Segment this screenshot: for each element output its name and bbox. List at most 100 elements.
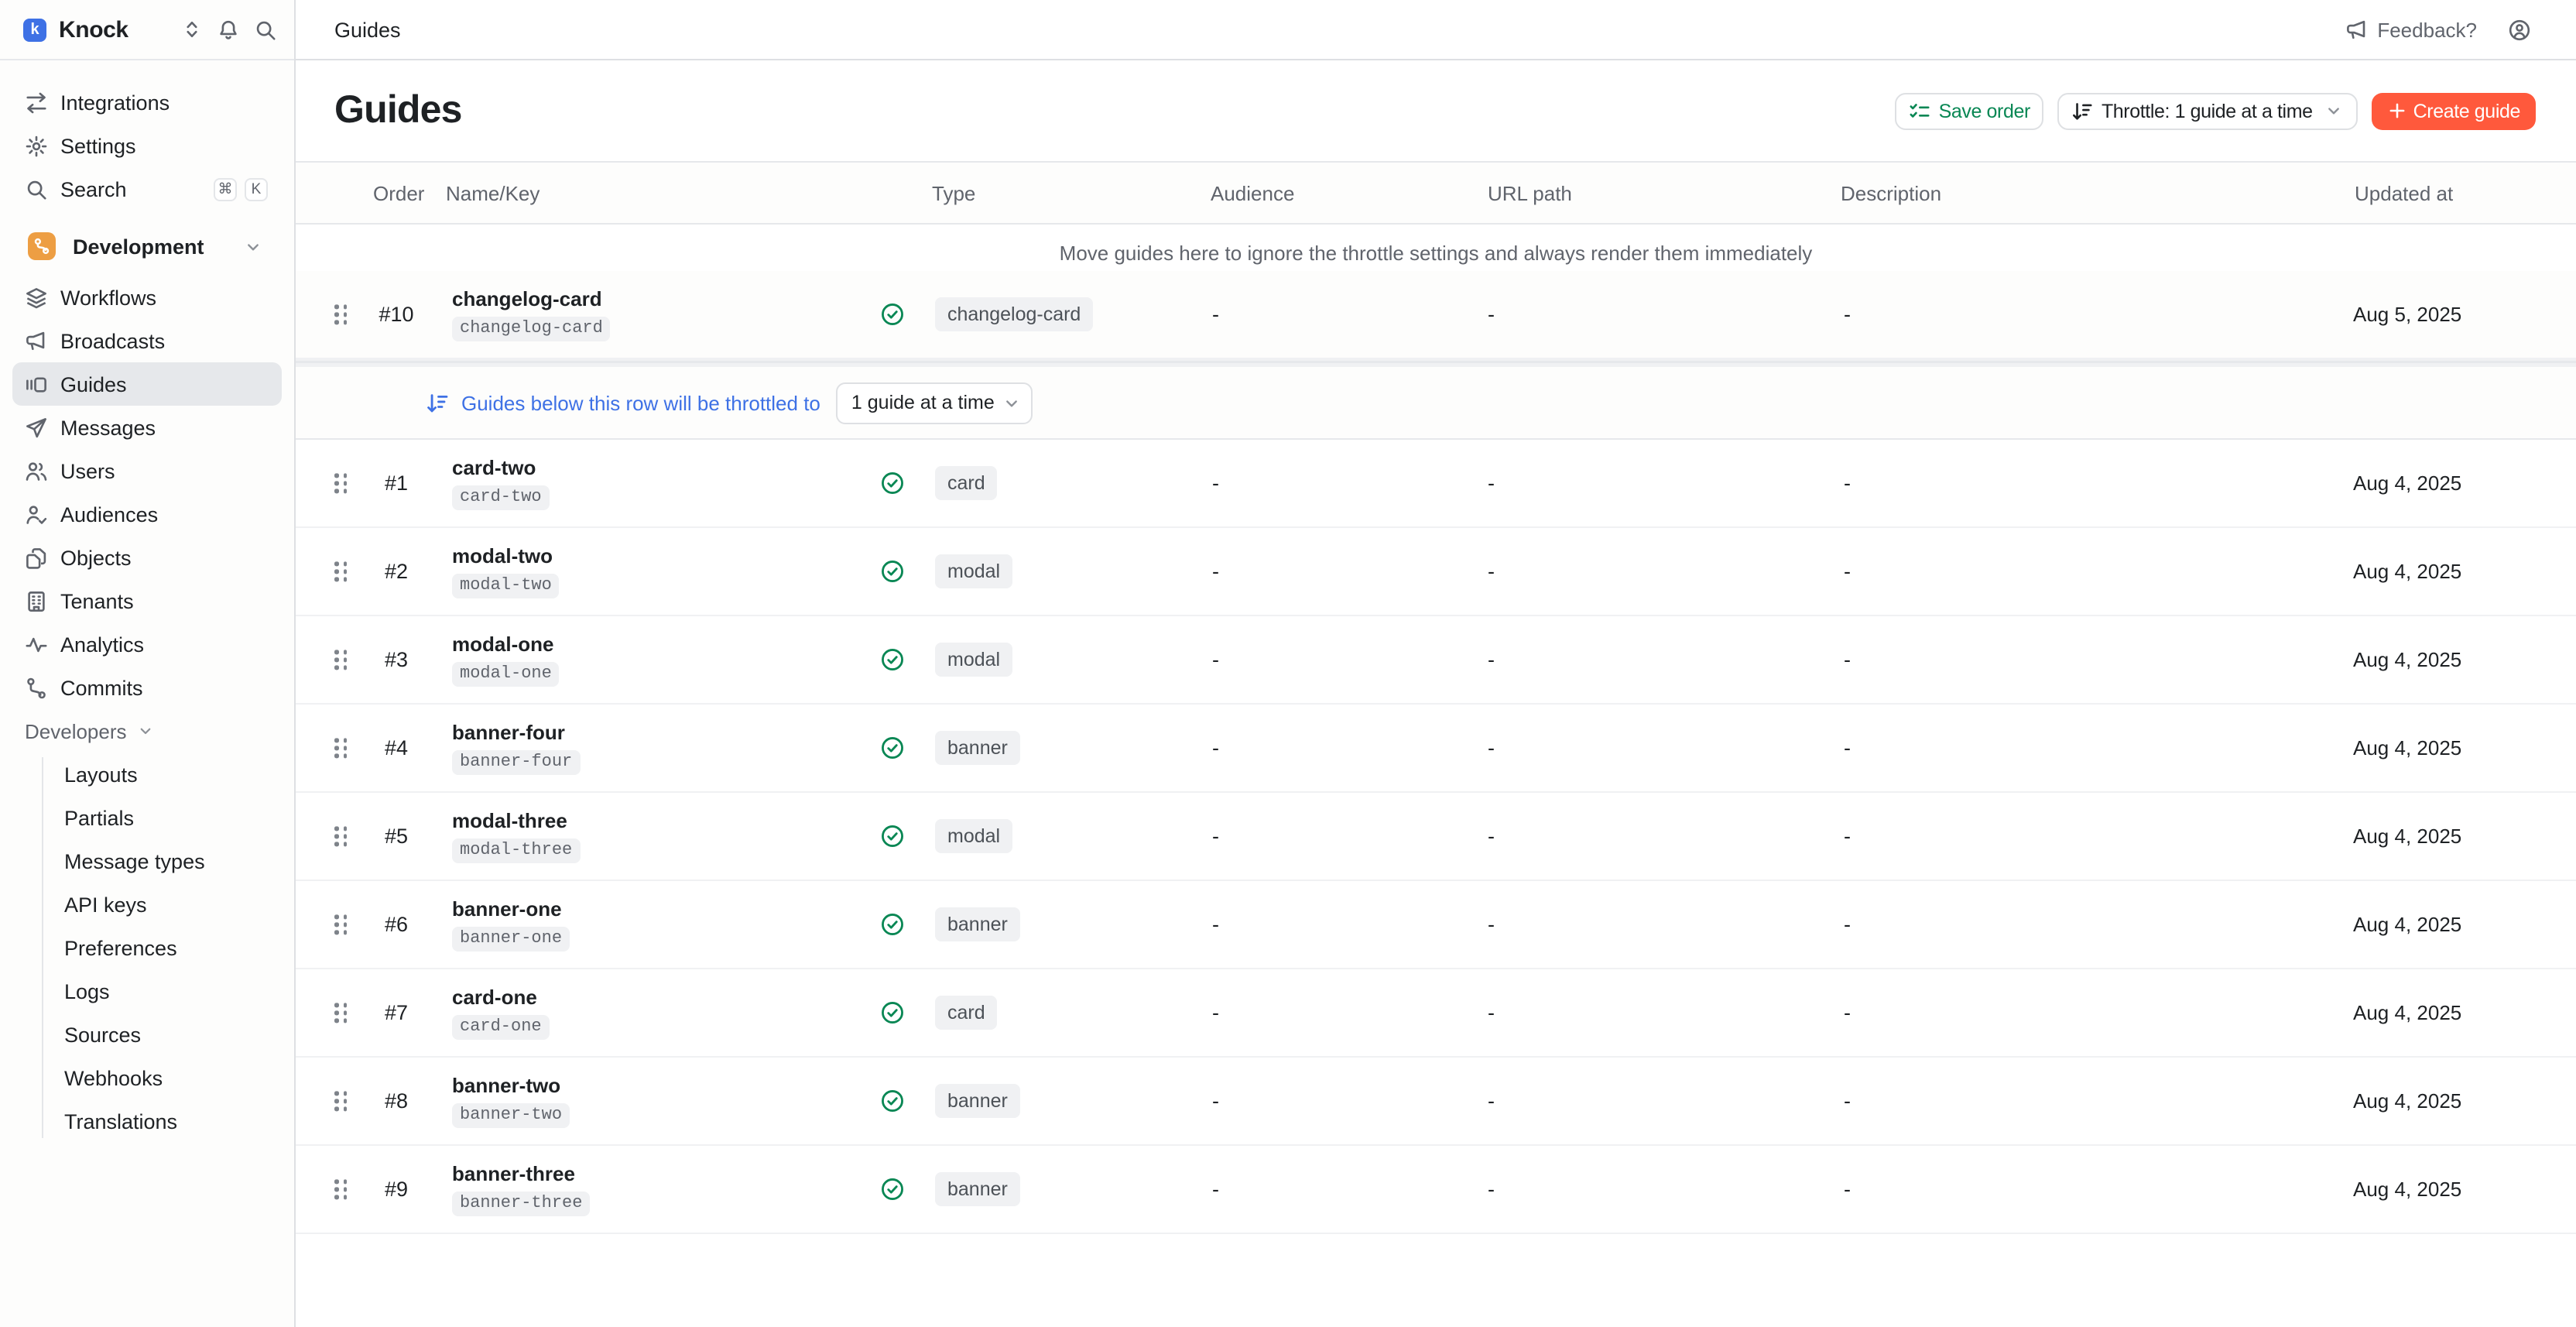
notifications-bell-icon[interactable] xyxy=(217,18,240,41)
status-check-icon xyxy=(881,471,904,495)
throttle-divider-link[interactable]: Guides below this row will be throttled … xyxy=(426,391,820,414)
drag-handle[interactable] xyxy=(334,1091,347,1110)
feedback-label: Feedback? xyxy=(2377,18,2477,41)
drag-handle[interactable] xyxy=(334,1003,347,1022)
sidebar-item-tenants[interactable]: Tenants xyxy=(12,579,282,622)
sidebar-item-search[interactable]: Search ⌘ K xyxy=(12,167,282,211)
row-order: #1 xyxy=(385,471,408,495)
table-row[interactable]: #1 card-two card-two card - - - Aug 4, 2… xyxy=(296,440,2576,528)
sidebar-item-logs[interactable]: Logs xyxy=(64,969,282,1013)
sidebar-item-analytics[interactable]: Analytics xyxy=(12,622,282,666)
sidebar-item-label: Users xyxy=(60,459,115,482)
sidebar-item-label: Search xyxy=(60,177,127,201)
drag-handle[interactable] xyxy=(334,650,347,669)
guide-name: banner-four xyxy=(452,721,565,744)
environment-switcher[interactable]: Development xyxy=(12,225,282,268)
logo-letter: k xyxy=(30,21,39,38)
row-updated-at: Aug 4, 2025 xyxy=(2353,560,2461,583)
table-row[interactable]: #7 card-one card-one card - - - Aug 4, 2… xyxy=(296,969,2576,1058)
building-icon xyxy=(25,589,48,612)
guide-name: card-one xyxy=(452,986,537,1009)
drag-handle[interactable] xyxy=(334,914,347,934)
drag-handle[interactable] xyxy=(334,826,347,845)
throttle-divider-row: Guides below this row will be throttled … xyxy=(296,367,2576,440)
search-icon xyxy=(25,177,48,201)
sidebar-item-users[interactable]: Users xyxy=(12,449,282,492)
unthrottled-drop-zone: Move guides here to ignore the throttle … xyxy=(296,225,2576,271)
row-type: modal xyxy=(935,554,1012,588)
drag-handle[interactable] xyxy=(334,561,347,581)
sidebar-item-sources[interactable]: Sources xyxy=(64,1013,282,1056)
row-type: card xyxy=(935,996,998,1030)
row-order: #8 xyxy=(385,1089,408,1113)
sidebar-item-integrations[interactable]: Integrations xyxy=(12,81,282,124)
sidebar-item-audiences[interactable]: Audiences xyxy=(12,492,282,536)
environment-icon xyxy=(28,232,56,260)
type-badge: banner xyxy=(935,1172,1020,1206)
table-row[interactable]: #6 banner-one banner-one banner - - - Au… xyxy=(296,881,2576,969)
drag-handle[interactable] xyxy=(334,473,347,492)
save-order-button[interactable]: Save order xyxy=(1896,92,2044,129)
drag-handle[interactable] xyxy=(334,1179,347,1198)
column-header-audience: Audience xyxy=(1211,181,1294,204)
row-updated-at: Aug 4, 2025 xyxy=(2353,648,2461,671)
user-avatar-icon[interactable] xyxy=(2508,18,2531,41)
table-row[interactable]: #5 modal-three modal-three modal - - - A… xyxy=(296,793,2576,881)
drag-handle[interactable] xyxy=(334,738,347,757)
sidebar-item-layouts[interactable]: Layouts xyxy=(64,753,282,796)
sidebar-item-label: Tenants xyxy=(60,589,134,612)
sidebar-item-preferences[interactable]: Preferences xyxy=(64,926,282,969)
sidebar-item-commits[interactable]: Commits xyxy=(12,666,282,709)
workspace-name: Knock xyxy=(59,16,128,43)
table-row[interactable]: #4 banner-four banner-four banner - - - … xyxy=(296,705,2576,793)
sidebar-item-partials[interactable]: Partials xyxy=(64,796,282,839)
guide-key: changelog-card xyxy=(452,317,611,341)
sidebar-item-message-types[interactable]: Message types xyxy=(64,839,282,883)
search-icon[interactable] xyxy=(254,18,277,41)
drag-handle[interactable] xyxy=(334,304,347,324)
row-url-path: - xyxy=(1488,736,1495,760)
knock-logo[interactable]: k xyxy=(23,18,46,41)
row-name-key: banner-three banner-three xyxy=(452,1162,590,1216)
row-updated-at: Aug 4, 2025 xyxy=(2353,471,2461,495)
create-guide-label: Create guide xyxy=(2413,100,2520,122)
sidebar-item-broadcasts[interactable]: Broadcasts xyxy=(12,319,282,362)
type-badge: banner xyxy=(935,731,1020,765)
row-name-key: modal-two modal-two xyxy=(452,544,560,598)
sidebar-item-guides[interactable]: Guides xyxy=(12,362,282,406)
table-row[interactable]: #8 banner-two banner-two banner - - - Au… xyxy=(296,1058,2576,1146)
table-row[interactable]: #9 banner-three banner-three banner - - … xyxy=(296,1146,2576,1234)
workspace-switcher-icon[interactable] xyxy=(181,19,203,40)
row-type: modal xyxy=(935,819,1012,853)
guide-name: card-two xyxy=(452,456,536,479)
sidebar-item-api-keys[interactable]: API keys xyxy=(64,883,282,926)
app-viewport: k Knock Integrations Settings xyxy=(0,0,2576,1327)
table-row[interactable]: #10 changelog-card changelog-card change… xyxy=(296,271,2576,358)
throttle-select[interactable]: 1 guide at a time xyxy=(836,382,1033,423)
sidebar-item-translations[interactable]: Translations xyxy=(64,1099,282,1143)
sidebar-item-label: Layouts xyxy=(64,763,138,786)
table-row[interactable]: #2 modal-two modal-two modal - - - Aug 4… xyxy=(296,528,2576,616)
row-description: - xyxy=(1844,1001,1851,1024)
sidebar-nav: Integrations Settings Search ⌘ K Develop… xyxy=(0,60,294,1143)
throttle-dropdown[interactable]: Throttle: 1 guide at a time xyxy=(2058,92,2358,129)
create-guide-button[interactable]: Create guide xyxy=(2372,92,2536,129)
row-description: - xyxy=(1844,913,1851,936)
branch-icon xyxy=(25,676,48,699)
throttle-divider-label: Guides below this row will be throttled … xyxy=(461,391,820,414)
row-updated-at: Aug 4, 2025 xyxy=(2353,1001,2461,1024)
row-url-path: - xyxy=(1488,825,1495,848)
feedback-button[interactable]: Feedback? xyxy=(2345,18,2477,41)
breadcrumb: Guides xyxy=(334,18,401,41)
sidebar-item-objects[interactable]: Objects xyxy=(12,536,282,579)
sidebar-item-settings[interactable]: Settings xyxy=(12,124,282,167)
sidebar-item-webhooks[interactable]: Webhooks xyxy=(64,1056,282,1099)
table-row[interactable]: #3 modal-one modal-one modal - - - Aug 4… xyxy=(296,616,2576,705)
row-audience: - xyxy=(1212,648,1219,671)
guide-name: banner-two xyxy=(452,1074,560,1097)
sidebar-item-messages[interactable]: Messages xyxy=(12,406,282,449)
row-audience: - xyxy=(1212,471,1219,495)
sidebar-item-workflows[interactable]: Workflows xyxy=(12,276,282,319)
developers-section-toggle[interactable]: Developers xyxy=(12,709,282,753)
sidebar-item-label: Broadcasts xyxy=(60,329,165,352)
